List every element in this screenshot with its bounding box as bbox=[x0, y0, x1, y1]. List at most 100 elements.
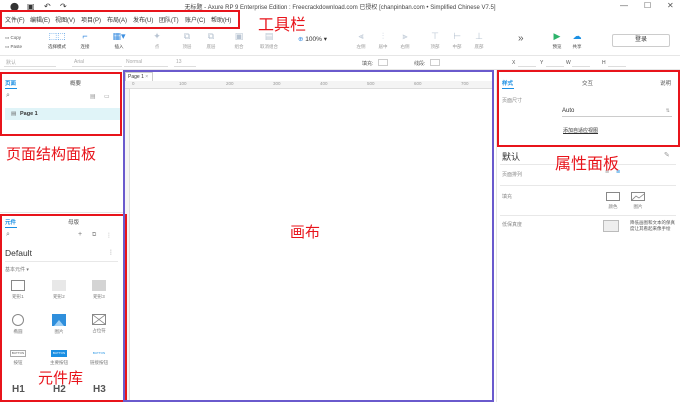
align-left-icon: ⫷ bbox=[358, 31, 364, 41]
point-icon: ✦ bbox=[153, 31, 161, 41]
select-mode-label: 选择模式 bbox=[48, 44, 66, 49]
page-align-label: 页面排列 bbox=[502, 172, 523, 178]
page-panel-annotation: 页面结构面板 bbox=[6, 145, 97, 163]
style-select-value: 默认 bbox=[6, 60, 17, 66]
align-right-label: 右侧 bbox=[400, 44, 410, 49]
point-label: 点 bbox=[154, 44, 160, 49]
send-bottom-icon: ⧉ bbox=[207, 31, 215, 41]
library-annotation: 元件库 bbox=[38, 369, 84, 387]
align-middle-label: 中部 bbox=[452, 44, 462, 49]
connect-icon: ⌐ bbox=[82, 31, 88, 41]
align-top-label: 顶部 bbox=[430, 44, 440, 49]
align-center-label: 居中 bbox=[378, 44, 388, 49]
align-divider bbox=[500, 185, 676, 186]
align-center-button[interactable]: ⫶ 居中 bbox=[372, 31, 394, 50]
x-field-label: X bbox=[512, 60, 516, 66]
send-bottom-button[interactable]: ⧉ 底层 bbox=[200, 31, 222, 50]
toolbar: ▭ Copy ▭ Paste ⬚⬚ 选择模式 ⌐ 连接 ▦▾ 插入 ✦ 点 ⧉ 顶层 ⧉ 底… bbox=[0, 26, 680, 56]
align-bottom-button[interactable]: ⊥ 底部 bbox=[468, 31, 490, 50]
properties-highlight-box bbox=[497, 70, 680, 147]
low-fidelity-toggle[interactable] bbox=[603, 220, 619, 232]
bring-top-label: 顶层 bbox=[182, 44, 192, 49]
align-right-icon: ⫸ bbox=[402, 31, 408, 41]
align-left-label: 左侧 bbox=[356, 44, 366, 49]
low-fidelity-description: 降低画图和文本的保真度让其看起来像手绘 bbox=[630, 220, 675, 231]
format-bar: 默认 Arial Normal 13 填充: 线段: X Y W H bbox=[0, 56, 680, 70]
style-name: 默认 bbox=[502, 152, 521, 162]
pages-panel-highlight-box bbox=[0, 72, 122, 136]
maximize-button[interactable]: ☐ bbox=[644, 1, 651, 10]
insert-button[interactable]: ▦▾ 插入 bbox=[108, 31, 130, 50]
font-weight-value: Normal bbox=[126, 59, 143, 65]
insert-icon: ▦▾ bbox=[112, 31, 126, 41]
paste-button[interactable]: ▭ Paste bbox=[5, 44, 22, 50]
font-select[interactable]: Arial bbox=[72, 59, 122, 67]
font-select-value: Arial bbox=[74, 59, 85, 65]
connect-button[interactable]: ⌐ 连接 bbox=[74, 31, 96, 50]
login-button[interactable]: 登录 bbox=[612, 34, 670, 47]
zoom-value: 100% bbox=[305, 36, 322, 43]
x-field[interactable] bbox=[518, 59, 536, 67]
properties-annotation: 属性面板 bbox=[555, 154, 620, 173]
share-button[interactable]: ☁ 共享 bbox=[566, 31, 588, 50]
play-icon: ▶ bbox=[553, 31, 561, 41]
h-field[interactable] bbox=[608, 59, 626, 67]
copy-button[interactable]: ▭ Copy bbox=[5, 35, 21, 41]
fill-divider bbox=[500, 215, 676, 216]
font-size-select[interactable]: 13 bbox=[174, 59, 196, 67]
align-bottom-icon: ⊥ bbox=[475, 31, 483, 41]
canvas-annotation: 画布 bbox=[290, 223, 321, 241]
group-button[interactable]: ▣ 组合 bbox=[228, 31, 250, 50]
bring-top-button[interactable]: ⧉ 顶层 bbox=[176, 31, 198, 50]
send-bottom-label: 底层 bbox=[206, 44, 216, 49]
group-icon: ▣ bbox=[234, 31, 244, 41]
fill-image-button[interactable]: 图片 bbox=[625, 192, 651, 210]
align-middle-icon: ⊢ bbox=[453, 31, 461, 41]
select-mode-icon: ⬚⬚ bbox=[48, 31, 66, 41]
fill-image-icon bbox=[631, 192, 645, 201]
align-bottom-label: 底部 bbox=[474, 44, 484, 49]
cloud-icon: ☁ bbox=[572, 31, 582, 41]
align-right-button[interactable]: ⫸ 右侧 bbox=[394, 31, 416, 50]
w-field-label: W bbox=[566, 60, 571, 66]
fill-color-button[interactable]: 颜色 bbox=[600, 192, 626, 210]
font-weight-select[interactable]: Normal bbox=[124, 59, 168, 67]
align-left-button[interactable]: ⫷ 左侧 bbox=[350, 31, 372, 50]
point-button[interactable]: ✦ 点 bbox=[146, 31, 168, 50]
w-field[interactable] bbox=[572, 59, 590, 67]
fill-section-label: 填充 bbox=[502, 194, 513, 200]
bring-top-icon: ⧉ bbox=[183, 31, 191, 41]
preview-button[interactable]: ▶ 预览 bbox=[546, 31, 568, 50]
line-color-swatch[interactable] bbox=[430, 59, 440, 66]
insert-label: 插入 bbox=[114, 44, 124, 49]
zoom-icon: ⊕ bbox=[298, 36, 304, 43]
fill-image-label: 图片 bbox=[633, 204, 643, 209]
line-label: 线段: bbox=[414, 61, 426, 67]
ungroup-label: 取消组合 bbox=[260, 44, 278, 49]
share-label: 共享 bbox=[572, 44, 582, 49]
fill-color-swatch[interactable] bbox=[378, 59, 388, 66]
group-label: 组合 bbox=[234, 44, 244, 49]
fill-image-glyph bbox=[632, 193, 644, 200]
close-button[interactable]: ✕ bbox=[667, 1, 674, 10]
copy-label: Copy bbox=[10, 35, 22, 40]
align-top-icon: ⊤ bbox=[431, 31, 439, 41]
zoom-control[interactable]: ⊕ 100% ▾ bbox=[298, 35, 327, 43]
toolbar-annotation: 工具栏 bbox=[258, 15, 307, 34]
y-field-label: Y bbox=[540, 60, 544, 66]
more-tools-button[interactable]: » bbox=[518, 33, 524, 44]
minimize-button[interactable]: — bbox=[620, 1, 628, 10]
select-mode-button[interactable]: ⬚⬚ 选择模式 bbox=[44, 31, 70, 50]
low-fidelity-label: 低保真度 bbox=[502, 222, 523, 228]
edit-style-icon[interactable]: ✎ bbox=[664, 151, 670, 159]
preview-label: 预览 bbox=[552, 44, 562, 49]
y-field[interactable] bbox=[546, 59, 564, 67]
align-top-button[interactable]: ⊤ 顶部 bbox=[424, 31, 446, 50]
style-select[interactable]: 默认 bbox=[4, 59, 56, 67]
toolbar-highlight-box bbox=[0, 10, 240, 29]
fill-color-icon bbox=[606, 192, 620, 201]
h-field-label: H bbox=[602, 60, 606, 66]
align-center-icon: ⫶ bbox=[381, 31, 385, 41]
align-middle-button[interactable]: ⊢ 中部 bbox=[446, 31, 468, 50]
font-size-value: 13 bbox=[176, 59, 182, 65]
